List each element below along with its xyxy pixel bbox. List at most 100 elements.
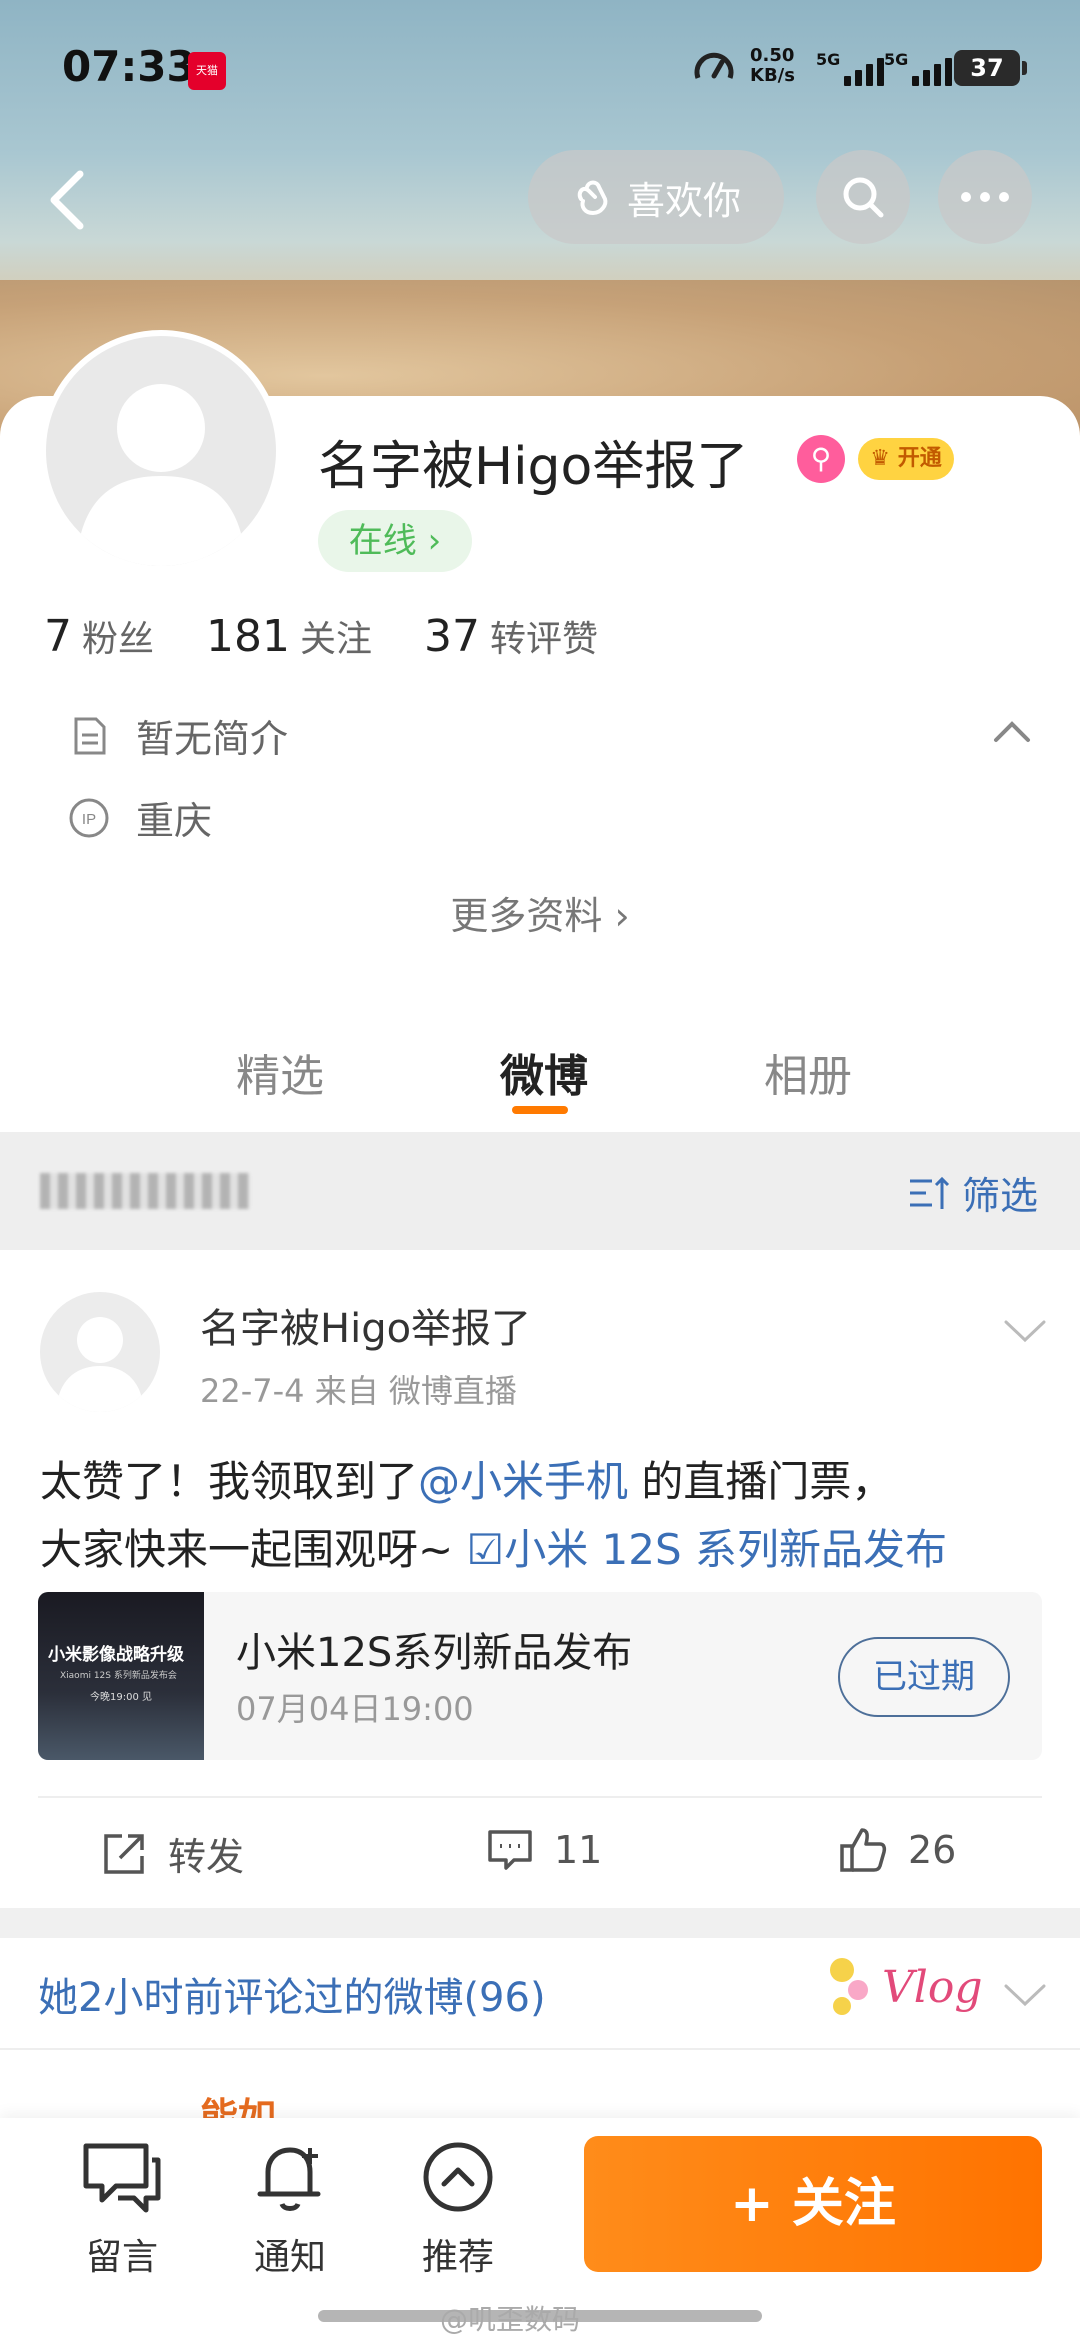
chevron-down-icon[interactable] (1000, 1976, 1050, 2012)
battery-indicator: 37 (954, 50, 1027, 86)
document-icon (74, 717, 106, 754)
like-you-label: 喜欢你 (626, 178, 741, 223)
share-icon (104, 1833, 144, 1874)
stat-number: 7 (44, 611, 72, 662)
commented-weibo-label[interactable]: 她2小时前评论过的微博(96) (38, 1965, 546, 2023)
like-button[interactable]: 26 (838, 1826, 956, 1874)
follow-button[interactable]: + 关注 (584, 2136, 1042, 2272)
default-avatar-icon (56, 1317, 144, 1412)
status-bar: 07:33 天猫 0.50 KB/s 5G 5G 37 (0, 0, 1080, 130)
net-speed: 0.50 KB/s (750, 46, 795, 86)
thumb-subtitle: Xiaomi 12S 系列新品发布会 (60, 1671, 177, 1681)
message-label: 留言 (85, 2237, 158, 2278)
default-avatar-icon (76, 384, 246, 566)
live-event-title: 小米12S系列新品发布 (236, 1630, 633, 1676)
ip-icon-text: IP (82, 811, 96, 828)
bell-plus-icon (257, 2147, 321, 2211)
divider (38, 1796, 1042, 1798)
more-info-link[interactable]: 更多资料 › (0, 885, 1080, 940)
search-icon (843, 177, 884, 218)
like-count: 26 (908, 1828, 957, 1872)
vip-open-badge[interactable]: ♛ 开通 (858, 438, 954, 480)
stat-interactions[interactable]: 37 转评赞 (424, 610, 598, 662)
ip-location-icon: IP (69, 798, 109, 837)
profile-name: 名字被Higo举报了 (318, 437, 749, 497)
stat-label: 粉丝 (82, 619, 155, 660)
crown-icon: ♛ (870, 446, 891, 471)
filter-button[interactable]: 筛选 (906, 1165, 1038, 1220)
comment-icon (488, 1830, 532, 1870)
bio-text: 暂无简介 (136, 717, 289, 761)
post-text-part: 大家快来一起围观呀~ (40, 1525, 467, 1574)
post-text-part: 太赞了！我领取到了 (40, 1457, 419, 1506)
net-speed-unit: KB/s (750, 65, 795, 86)
vlog-sticker-icon: Vlog (830, 1958, 983, 2015)
profile-screen: 07:33 天猫 0.50 KB/s 5G 5G 37 喜欢你 名字被Higo举… (0, 0, 1080, 2344)
post-text-part: 的直播门票， (628, 1457, 894, 1506)
stat-label: 关注 (300, 619, 373, 660)
recommend-button[interactable]: 推荐 (398, 2140, 518, 2280)
repost-button[interactable]: 转发 (100, 1826, 244, 1881)
signal-1-bars-icon (844, 56, 884, 86)
speedometer-icon (694, 52, 734, 79)
notify-label: 通知 (253, 2237, 326, 2278)
tmall-badge-text: 天猫 (196, 64, 218, 77)
profile-avatar[interactable] (40, 330, 282, 572)
filter-label: 筛选 (962, 1174, 1039, 1218)
comment-button[interactable]: 11 (486, 1826, 602, 1874)
ip-location-text: 重庆 (136, 799, 213, 843)
chevron-up-icon[interactable] (990, 712, 1034, 752)
vip-open-label: 开通 (897, 446, 942, 471)
like-you-button[interactable]: 喜欢你 (528, 150, 784, 244)
more-dots-icon (961, 192, 1009, 202)
sort-filter-icon (910, 1176, 950, 1209)
tmall-app-icon: 天猫 (188, 52, 226, 90)
event-link[interactable]: ☑小米 12S 系列新品发布 (467, 1525, 947, 1574)
search-badge-icon[interactable]: ⚲ (797, 435, 845, 483)
stat-number: 37 (424, 611, 481, 662)
active-tab-indicator (512, 1106, 568, 1114)
profile-stats: 7 粉丝 181 关注 37 转评赞 (44, 610, 598, 662)
stat-fans[interactable]: 7 粉丝 (44, 610, 154, 662)
live-thumbnail: 小米影像战略升级 Xiaomi 12S 系列新品发布会 今晚19:00 见 (38, 1592, 204, 1760)
mention-link[interactable]: @小米手机 (418, 1457, 628, 1506)
online-status[interactable]: 在线 › (318, 510, 472, 572)
bio-row: 暂无简介 (68, 708, 288, 763)
notify-button[interactable]: 通知 (230, 2140, 350, 2280)
signal-2-label: 5G (884, 50, 909, 69)
profile-tabs: 精选 微博 相册 (0, 1030, 1080, 1130)
search-button[interactable] (816, 150, 910, 244)
more-button[interactable] (938, 150, 1032, 244)
tab-weibo[interactable]: 微博 (500, 1040, 588, 1104)
signal-2-bars-icon (912, 56, 952, 86)
hand-heart-icon (577, 180, 608, 216)
status-time: 07:33 (62, 42, 196, 91)
comment-count: 11 (554, 1828, 603, 1872)
thumb-time: 今晚19:00 见 (90, 1692, 152, 1703)
post-meta: 22-7-4 来自 微博直播 (200, 1372, 517, 1410)
post-text: 太赞了！我领取到了@小米手机 的直播门票， 大家快来一起围观呀~ ☑小米 12S… (40, 1448, 1050, 1584)
chevron-circle-up-icon (423, 2142, 493, 2212)
ip-row: IP 重庆 (68, 790, 212, 845)
net-speed-value: 0.50 (750, 45, 795, 66)
repost-label: 转发 (168, 1835, 245, 1879)
stat-number: 181 (206, 611, 290, 662)
message-button[interactable]: 留言 (62, 2140, 182, 2280)
back-arrow-icon[interactable] (38, 160, 98, 240)
signal-1-label: 5G (816, 50, 841, 69)
tab-featured[interactable]: 精选 (236, 1040, 324, 1104)
thumb-title: 小米影像战略升级 (48, 1645, 184, 1665)
stat-following[interactable]: 181 关注 (206, 610, 372, 662)
thumbs-up-icon (840, 1828, 887, 1872)
post-author-avatar[interactable] (40, 1292, 160, 1412)
post-author-name[interactable]: 名字被Higo举报了 (200, 1296, 531, 1354)
expired-button[interactable]: 已过期 (838, 1637, 1010, 1717)
stat-label: 转评赞 (490, 619, 599, 660)
recommend-label: 推荐 (421, 2237, 494, 2278)
vlog-sticker-text: Vlog (882, 1962, 983, 2013)
live-event-time: 07月04日19:00 (236, 1690, 474, 1728)
watermark: @叽歪数码 (440, 2303, 581, 2336)
section-gap (0, 1908, 1080, 1938)
tab-album[interactable]: 相册 (764, 1040, 852, 1104)
chevron-down-icon[interactable] (1000, 1310, 1050, 1350)
